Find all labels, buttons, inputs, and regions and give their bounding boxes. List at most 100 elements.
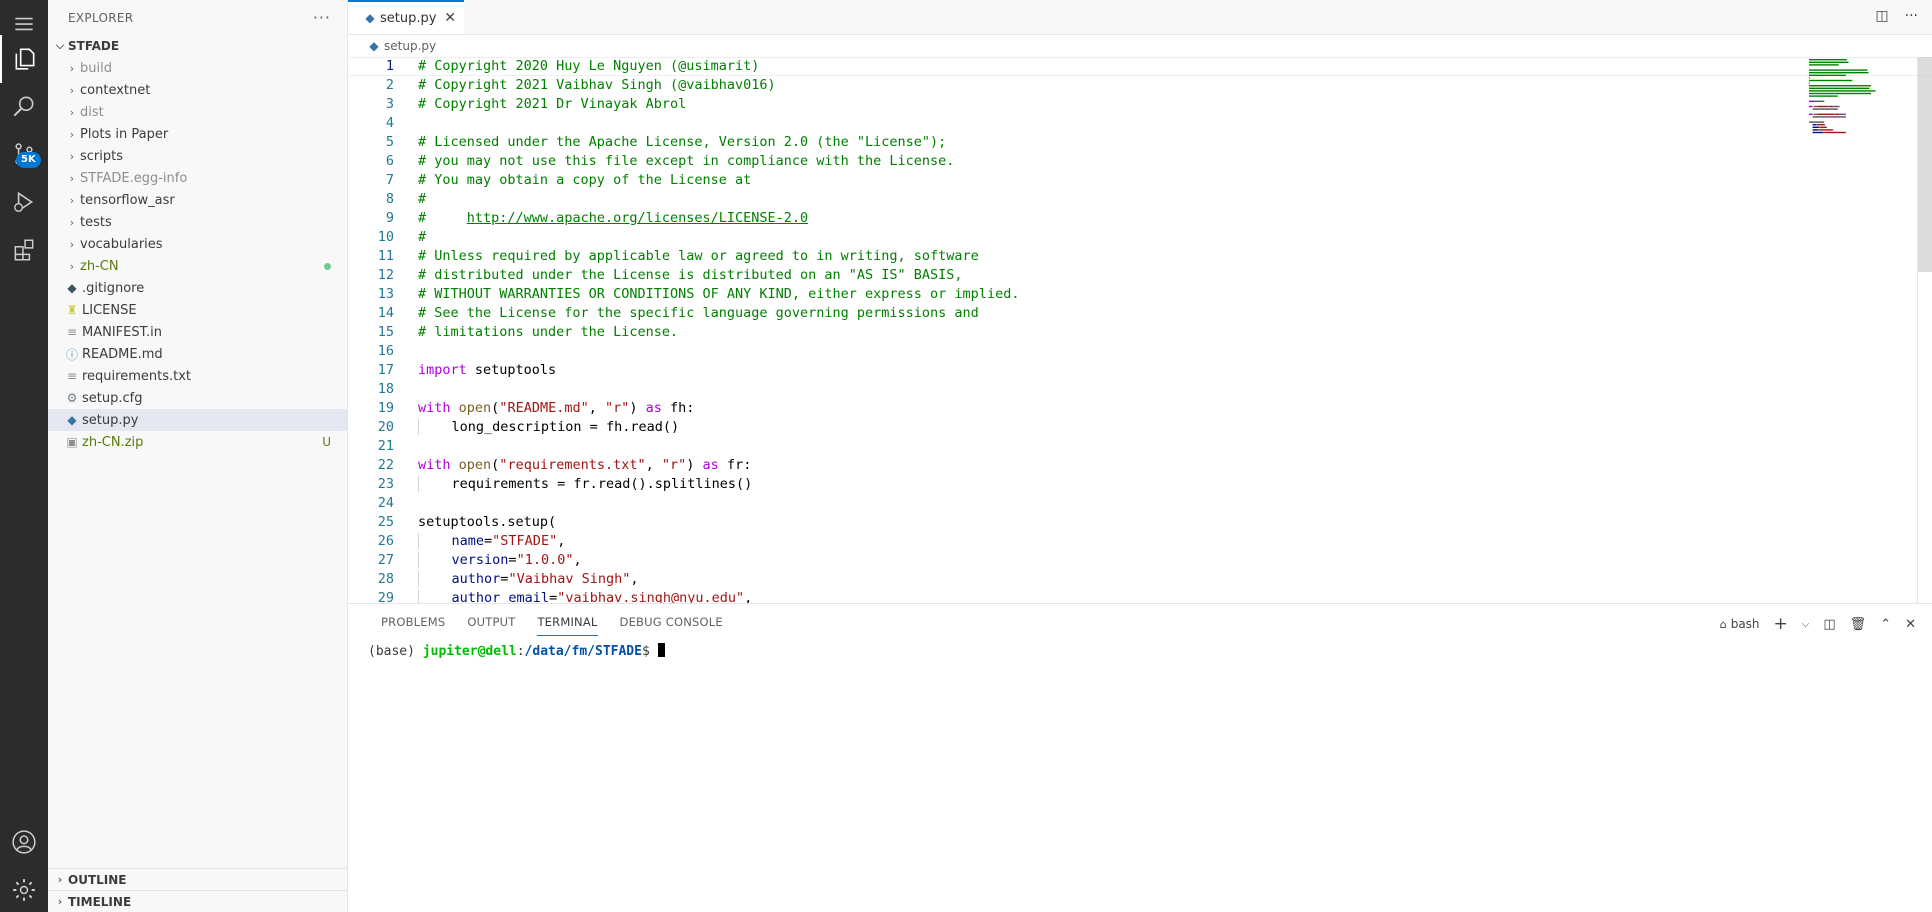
- folder-zh-cn[interactable]: › zh-CN: [48, 255, 347, 277]
- chevron-down-icon[interactable]: ⌵: [1802, 619, 1810, 630]
- file-license[interactable]: ♜ LICENSE: [48, 299, 347, 321]
- info-icon: ⓘ: [65, 347, 78, 362]
- code-token: =: [508, 552, 517, 568]
- explorer-header: EXPLORER ···: [48, 0, 347, 35]
- folder-dist[interactable]: › dist: [48, 101, 347, 123]
- terminal-shell-selector[interactable]: ⌂ bash: [1720, 617, 1760, 631]
- code-text: #: [394, 228, 426, 247]
- code-token: [418, 552, 452, 568]
- line-number: 8: [385, 191, 394, 207]
- minimap-mark: [1812, 116, 1846, 118]
- explorer-icon[interactable]: [0, 35, 48, 83]
- editor-scrollbar[interactable]: [1918, 57, 1932, 272]
- minimap-mark: [1809, 77, 1810, 79]
- file-setup-py[interactable]: ◆ setup.py: [48, 409, 347, 431]
- code-token: # limitations under the License.: [418, 324, 679, 340]
- folder-label: STFADE.egg-info: [80, 170, 188, 186]
- license-link[interactable]: http://www.apache.org/licenses/LICENSE-2…: [467, 210, 808, 226]
- minimap-mark: [1809, 61, 1849, 63]
- line-number: 13: [377, 286, 394, 302]
- split-editor-icon[interactable]: ◫: [1875, 8, 1888, 24]
- workspace-root[interactable]: ⌵ STFADE: [48, 35, 347, 57]
- activity-bar: 5K: [0, 0, 48, 912]
- close-panel-icon[interactable]: ✕: [1905, 617, 1916, 632]
- line-number: 16: [377, 343, 394, 359]
- line-number: 7: [385, 172, 394, 188]
- extensions-icon[interactable]: [0, 226, 48, 274]
- minimap-mark: [1809, 105, 1813, 108]
- code-token: open: [458, 457, 492, 473]
- tab-terminal[interactable]: TERMINAL: [526, 604, 608, 639]
- code-token: # Copyright 2021 Dr Vinayak Abrol: [418, 96, 687, 112]
- breadcrumb-file: setup.py: [384, 39, 437, 53]
- code-line: 6 # you may not use this file except in c…: [348, 152, 1932, 171]
- code-token: open: [458, 400, 492, 416]
- code-text: version="1.0.0",: [394, 551, 582, 570]
- tab-output[interactable]: OUTPUT: [456, 604, 526, 639]
- explorer-title: EXPLORER: [68, 10, 134, 25]
- chevron-right-icon: ›: [69, 237, 75, 251]
- trash-icon[interactable]: 🗑: [1850, 617, 1867, 632]
- code-line: 13 # WITHOUT WARRANTIES OR CONDITIONS OF …: [348, 285, 1932, 304]
- maximize-panel-icon[interactable]: ⌃: [1880, 617, 1891, 632]
- code-token: ,: [573, 552, 582, 568]
- timeline-section[interactable]: › TIMELINE: [48, 890, 347, 912]
- code-text: # You may obtain a copy of the License a…: [394, 171, 751, 190]
- code-token: # You may obtain a copy of the License a…: [418, 172, 752, 188]
- more-actions-icon[interactable]: ···: [1905, 8, 1918, 24]
- minimap-mark: [1823, 131, 1825, 134]
- account-icon[interactable]: [0, 818, 48, 866]
- search-icon[interactable]: [0, 83, 48, 131]
- folder-build[interactable]: › build: [48, 57, 347, 79]
- file-setup-cfg[interactable]: ⚙ setup.cfg: [48, 387, 347, 409]
- breadcrumb[interactable]: ◆ setup.py: [348, 35, 1932, 57]
- file--gitignore[interactable]: ◆ .gitignore: [48, 277, 347, 299]
- folder-tensorflow-asr[interactable]: › tensorflow_asr: [48, 189, 347, 211]
- timeline-label: TIMELINE: [68, 894, 132, 909]
- tab-debug-console[interactable]: DEBUG CONSOLE: [609, 604, 734, 639]
- tab-setup-py[interactable]: ◆ setup.py ✕: [348, 0, 464, 34]
- split-terminal-icon[interactable]: ◫: [1823, 617, 1835, 632]
- code-editor[interactable]: 1 # Copyright 2020 Huy Le Nguyen (@usimar…: [348, 57, 1932, 603]
- minimap-mark: [1813, 113, 1818, 115]
- minimap[interactable]: [1809, 57, 1904, 157]
- code-token: with: [418, 457, 451, 473]
- file-requirements-txt[interactable]: ≡ requirements.txt: [48, 365, 347, 387]
- folder-stfade-egg-info[interactable]: › STFADE.egg-info: [48, 167, 347, 189]
- minimap-mark: [1838, 113, 1841, 115]
- lines-icon: ≡: [66, 369, 78, 383]
- new-terminal-icon[interactable]: +: [1774, 614, 1788, 634]
- line-number: 3: [385, 96, 394, 112]
- folder-vocabularies[interactable]: › vocabularies: [48, 233, 347, 255]
- file-manifest-in[interactable]: ≡ MANIFEST.in: [48, 321, 347, 343]
- file-zh-cn-zip[interactable]: ▣ zh-CN.zip U: [48, 431, 347, 453]
- run-debug-icon[interactable]: [0, 178, 48, 226]
- chevron-right-icon: ›: [69, 83, 75, 97]
- code-text: # Licensed under the Apache License, Ver…: [394, 133, 946, 152]
- file-tree: › build › contextnet › dist › Plots in Paper › sc…: [48, 57, 347, 453]
- code-token: # distributed under the License is distr…: [418, 267, 963, 283]
- line-number: 29: [377, 590, 394, 603]
- editor-group: ◆ setup.py ✕ ◫ ··· ◆ setup.py 1 # Copyrig…: [348, 0, 1932, 603]
- minimap-mark: [1809, 72, 1869, 74]
- folder-plots-in-paper[interactable]: › Plots in Paper: [48, 123, 347, 145]
- close-tab-icon[interactable]: ✕: [444, 10, 456, 26]
- tab-problems[interactable]: PROBLEMS: [370, 604, 456, 639]
- folder-contextnet[interactable]: › contextnet: [48, 79, 347, 101]
- minimap-mark: [1845, 131, 1846, 134]
- terminal-output[interactable]: (base) jupiter@dell:/data/fm/STFADE$: [348, 639, 1932, 659]
- outline-section[interactable]: › OUTLINE: [48, 868, 347, 890]
- code-line: 18: [348, 380, 1932, 399]
- code-token: [418, 533, 452, 549]
- code-text: # WITHOUT WARRANTIES OR CONDITIONS OF AN…: [394, 285, 1019, 304]
- folder-scripts[interactable]: › scripts: [48, 145, 347, 167]
- code-token: "r": [661, 457, 687, 473]
- manage-gear-icon[interactable]: [0, 866, 48, 912]
- code-token: ,: [744, 590, 753, 603]
- code-line: 12 # distributed under the License is dis…: [348, 266, 1932, 285]
- more-actions-icon[interactable]: ···: [313, 8, 331, 27]
- file-readme-md[interactable]: ⓘ README.md: [48, 343, 347, 365]
- file-label: setup.py: [82, 412, 139, 428]
- folder-tests[interactable]: › tests: [48, 211, 347, 233]
- minimap-mark: [1818, 113, 1835, 115]
